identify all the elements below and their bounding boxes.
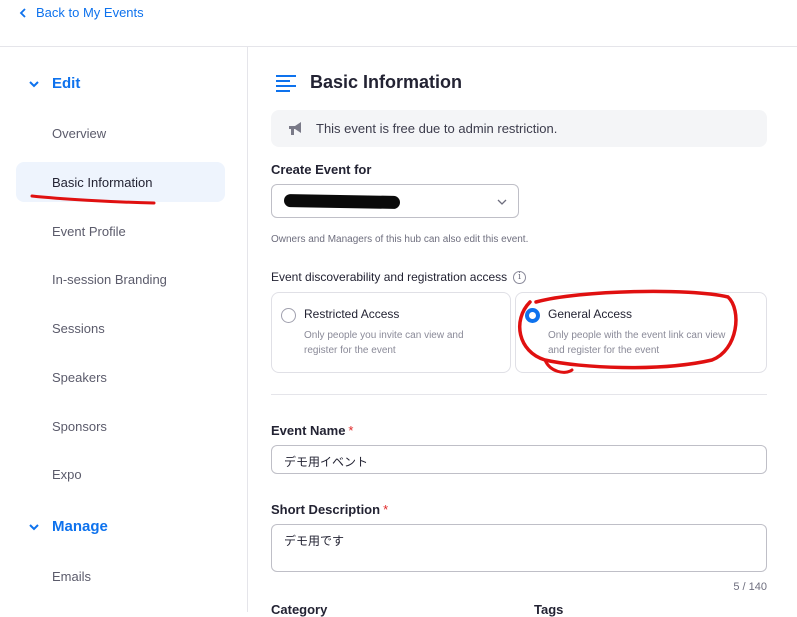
tags-label: Tags [534, 602, 564, 617]
top-bar: Back to My Events [0, 0, 797, 47]
info-icon[interactable]: i [513, 270, 527, 284]
radio-title: Restricted Access [304, 307, 400, 321]
sidebar-item-expo[interactable]: Expo [16, 454, 225, 494]
page-header: Basic Information [275, 72, 462, 93]
sidebar-item-label: Emails [52, 568, 92, 584]
chevron-down-icon [29, 80, 39, 87]
sidebar-item-label: Speakers [52, 369, 107, 385]
required-mark: * [383, 502, 389, 517]
access-label: Event discoverability and registration a… [271, 270, 508, 284]
short-description-textarea[interactable]: デモ用です [271, 524, 767, 572]
back-link-label: Back to My Events [36, 5, 144, 20]
sidebar-item-event-profile[interactable]: Event Profile [16, 211, 225, 251]
sidebar-item-overview[interactable]: Overview [16, 113, 225, 153]
radio-description: Only people with the event link can view… [548, 330, 726, 356]
chevron-down-icon [29, 523, 39, 530]
radio-button-unchecked[interactable] [281, 308, 296, 323]
sidebar-item-emails[interactable]: Emails [16, 556, 225, 596]
sidebar: Edit Overview Basic Information Event Pr… [0, 47, 248, 612]
sidebar-item-label: Event Profile [52, 223, 126, 239]
create-event-for-label: Create Event for [271, 162, 372, 177]
sidebar-item-basic-information[interactable]: Basic Information [16, 162, 225, 202]
event-name-label-text: Event Name [271, 423, 346, 438]
sidebar-item-label: Basic Information [52, 174, 153, 190]
section-divider [271, 394, 767, 395]
category-label: Category [271, 602, 328, 617]
event-name-label: Event Name * [271, 423, 353, 438]
chevron-left-icon [19, 7, 26, 18]
sidebar-item-sessions[interactable]: Sessions [16, 308, 225, 348]
event-name-input[interactable]: デモ用イベント [271, 445, 767, 474]
free-event-notice: This event is free due to admin restrict… [271, 110, 767, 147]
sidebar-item-label: In-session Branding [52, 271, 167, 287]
required-mark: * [348, 423, 354, 438]
short-description-label: Short Description * [271, 502, 388, 517]
create-event-for-select[interactable] [271, 184, 519, 218]
back-to-my-events-link[interactable]: Back to My Events [18, 5, 144, 20]
sidebar-item-label: Sponsors [52, 418, 107, 434]
sidebar-item-in-session-branding[interactable]: In-session Branding [16, 259, 225, 299]
sidebar-section-manage[interactable]: Manage [28, 518, 108, 535]
sidebar-section-edit[interactable]: Edit [28, 75, 80, 92]
sidebar-item-label: Sessions [52, 320, 105, 336]
section-label-manage: Manage [52, 518, 108, 535]
radio-button-checked[interactable] [525, 308, 540, 323]
general-access-option[interactable]: General Access Only people with the even… [515, 292, 767, 373]
access-label-row: Event discoverability and registration a… [271, 270, 527, 284]
character-counter: 5 / 140 [733, 581, 767, 593]
notice-text: This event is free due to admin restrict… [316, 121, 558, 136]
list-lines-icon [276, 74, 296, 92]
section-label-edit: Edit [52, 75, 81, 92]
radio-title: General Access [548, 307, 633, 321]
megaphone-icon [289, 122, 301, 135]
create-event-for-helper: Owners and Managers of this hub can also… [271, 234, 529, 245]
restricted-access-option[interactable]: Restricted Access Only people you invite… [271, 292, 511, 373]
short-description-label-text: Short Description [271, 502, 381, 517]
chevron-down-icon [497, 199, 507, 205]
page-title: Basic Information [310, 72, 463, 92]
redacted-value [283, 193, 401, 210]
main-content: Basic Information This event is free due… [249, 47, 797, 617]
radio-description: Only people you invite can view and regi… [304, 330, 464, 356]
sidebar-item-speakers[interactable]: Speakers [16, 357, 225, 397]
sidebar-item-label: Overview [52, 125, 107, 141]
sidebar-item-label: Expo [52, 466, 82, 482]
sidebar-item-sponsors[interactable]: Sponsors [16, 406, 225, 446]
